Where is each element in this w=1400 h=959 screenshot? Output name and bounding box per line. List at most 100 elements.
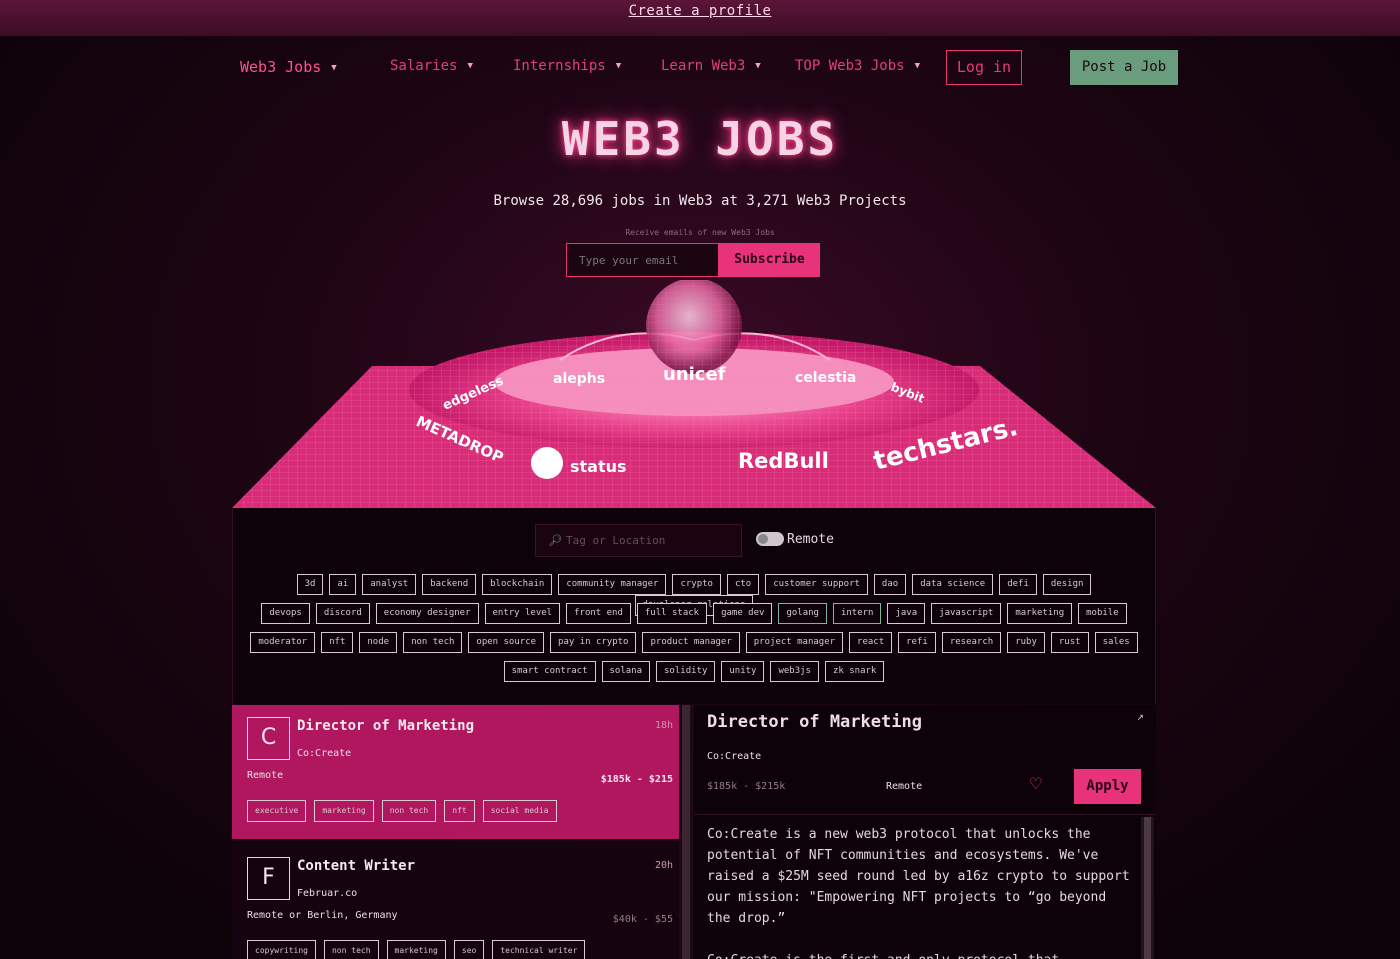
- tag-filter[interactable]: economy designer: [375, 603, 479, 624]
- tag-filter[interactable]: customer support: [765, 574, 868, 595]
- tag-filter[interactable]: zk snark: [824, 661, 885, 682]
- tag-filter[interactable]: dao: [873, 574, 907, 595]
- tag-filter[interactable]: backend: [422, 574, 477, 595]
- tag-filter[interactable]: intern: [832, 603, 882, 624]
- tag-filter[interactable]: rust: [1050, 632, 1089, 653]
- tag-filter[interactable]: devops: [261, 603, 310, 624]
- job-list-scrollbar[interactable]: [679, 705, 693, 959]
- tag-filter[interactable]: ai: [329, 574, 357, 595]
- job-tags: copywriting non tech marketing seo technical…: [247, 940, 593, 959]
- status-logo-icon: [531, 447, 563, 479]
- tag-filter[interactable]: solana: [601, 661, 651, 682]
- tag-filter[interactable]: entry level: [484, 603, 561, 624]
- tag-filter[interactable]: blockchain: [482, 574, 553, 595]
- toggle-icon: [758, 534, 768, 544]
- tag-filter[interactable]: crypto: [672, 574, 721, 595]
- nav-item-internships[interactable]: Internships ▼: [513, 58, 621, 74]
- remote-toggle[interactable]: [756, 532, 784, 546]
- tag-filter[interactable]: non tech: [403, 632, 463, 653]
- email-input[interactable]: [566, 243, 719, 277]
- search-input[interactable]: 🔎︎ Tag or Location: [535, 524, 742, 557]
- job-salary: $185k - $215: [600, 774, 673, 785]
- logo-unicef: unicef: [663, 364, 726, 385]
- nav-item-learn-web3[interactable]: Learn Web3 ▼: [661, 58, 761, 74]
- tag-filter[interactable]: refi: [898, 632, 936, 653]
- job-tag[interactable]: non tech: [381, 800, 437, 822]
- external-link-icon[interactable]: ↗: [1137, 709, 1144, 723]
- scrollbar-thumb[interactable]: [1144, 817, 1151, 959]
- tag-filter[interactable]: marketing: [1007, 603, 1073, 624]
- tag-filter[interactable]: node: [359, 632, 398, 653]
- job-card[interactable]: F Content Writer Februar.co 20h Remote o…: [232, 845, 679, 959]
- tag-filter[interactable]: javascript: [931, 603, 1002, 624]
- tag-filter[interactable]: pay in crypto: [550, 632, 637, 653]
- tag-filter[interactable]: design: [1042, 574, 1092, 595]
- tag-filter[interactable]: community manager: [558, 574, 667, 595]
- description-paragraph: Co:Create is the first and only protocol…: [707, 950, 1137, 959]
- caret-down-icon: ▼: [755, 61, 761, 71]
- tag-filter[interactable]: analyst: [362, 574, 417, 595]
- logo-celestia: celestia: [795, 370, 856, 386]
- tag-filter[interactable]: moderator: [250, 632, 316, 653]
- nav-item-top-web3-jobs[interactable]: TOP Web3 Jobs ▼: [795, 58, 920, 74]
- tag-filter[interactable]: open source: [468, 632, 545, 653]
- create-profile-link[interactable]: Create a profile: [629, 3, 772, 19]
- job-location: Remote: [247, 770, 284, 781]
- nav-item-web3-jobs[interactable]: Web3 Jobs ▼: [240, 58, 337, 76]
- logo-status: status: [570, 457, 627, 476]
- job-tag[interactable]: social media: [482, 800, 557, 822]
- job-tag[interactable]: copywriting: [247, 940, 316, 959]
- tag-filter[interactable]: full stack: [636, 603, 708, 624]
- tag-filter[interactable]: mobile: [1078, 603, 1127, 624]
- tag-filter[interactable]: smart contract: [503, 661, 596, 682]
- tag-filter[interactable]: research: [941, 632, 1002, 653]
- job-tag[interactable]: marketing: [314, 800, 374, 822]
- tag-filter[interactable]: front end: [566, 603, 631, 624]
- main-nav: Web3 Jobs ▼ Salaries ▼ Internships ▼ Learn …: [0, 50, 1400, 86]
- tag-filter[interactable]: defi: [999, 574, 1037, 595]
- scrollbar-thumb[interactable]: [682, 705, 690, 959]
- nav-item-label: Salaries: [390, 58, 458, 74]
- detail-location: Remote: [886, 781, 923, 792]
- job-tag[interactable]: executive: [247, 800, 307, 822]
- tag-filter[interactable]: game dev: [713, 603, 773, 624]
- job-company: Februar.co: [297, 888, 358, 899]
- subscribe-button[interactable]: Subscribe: [719, 243, 820, 277]
- tag-filter[interactable]: golang: [778, 603, 827, 624]
- tag-filter[interactable]: react: [849, 632, 893, 653]
- login-button[interactable]: Log in: [946, 50, 1022, 85]
- hero-platform-graphic: edgeless alephs unicef celestia bybit ME…: [232, 280, 1156, 508]
- tag-filter[interactable]: discord: [315, 603, 370, 624]
- hero-subtitle: Browse 28,696 jobs in Web3 at 3,271 Web3…: [493, 193, 907, 209]
- tag-filter[interactable]: nft: [321, 632, 354, 653]
- job-card[interactable]: C Director of Marketing Co:Create 18h Re…: [232, 705, 679, 839]
- logo-alephs: alephs: [553, 371, 605, 387]
- apply-button[interactable]: Apply: [1074, 769, 1141, 804]
- tag-filter[interactable]: project manager: [745, 632, 844, 653]
- heart-icon[interactable]: ♡: [1030, 773, 1041, 795]
- detail-scrollbar[interactable]: [1141, 817, 1154, 959]
- logo-redbull: RedBull: [738, 449, 829, 473]
- job-tag[interactable]: technical writer: [492, 940, 586, 959]
- tag-filter[interactable]: java: [887, 603, 926, 624]
- job-tag[interactable]: non tech: [323, 940, 379, 959]
- tag-filter[interactable]: data science: [912, 574, 994, 595]
- job-tag[interactable]: marketing: [386, 940, 446, 959]
- detail-salary: $185k - $215k: [707, 781, 786, 792]
- tag-filter[interactable]: unity: [721, 661, 765, 682]
- tag-filter[interactable]: sales: [1094, 632, 1138, 653]
- post-job-button[interactable]: Post a Job: [1070, 50, 1178, 85]
- tag-filter[interactable]: product manager: [642, 632, 740, 653]
- job-title: Director of Marketing: [297, 718, 475, 734]
- nav-item-label: Internships: [513, 58, 606, 74]
- tag-filter[interactable]: 3d: [296, 574, 324, 595]
- tag-filter[interactable]: cto: [726, 574, 760, 595]
- tag-filter[interactable]: ruby: [1007, 632, 1045, 653]
- tag-filter[interactable]: web3js: [770, 661, 819, 682]
- job-company: Co:Create: [297, 748, 352, 759]
- tag-filter[interactable]: solidity: [656, 661, 716, 682]
- job-tag[interactable]: seo: [453, 940, 485, 959]
- nav-item-salaries[interactable]: Salaries ▼: [390, 58, 473, 74]
- description-paragraph: Co:Create is a new web3 protocol that un…: [707, 827, 1130, 926]
- job-tag[interactable]: nft: [444, 800, 475, 822]
